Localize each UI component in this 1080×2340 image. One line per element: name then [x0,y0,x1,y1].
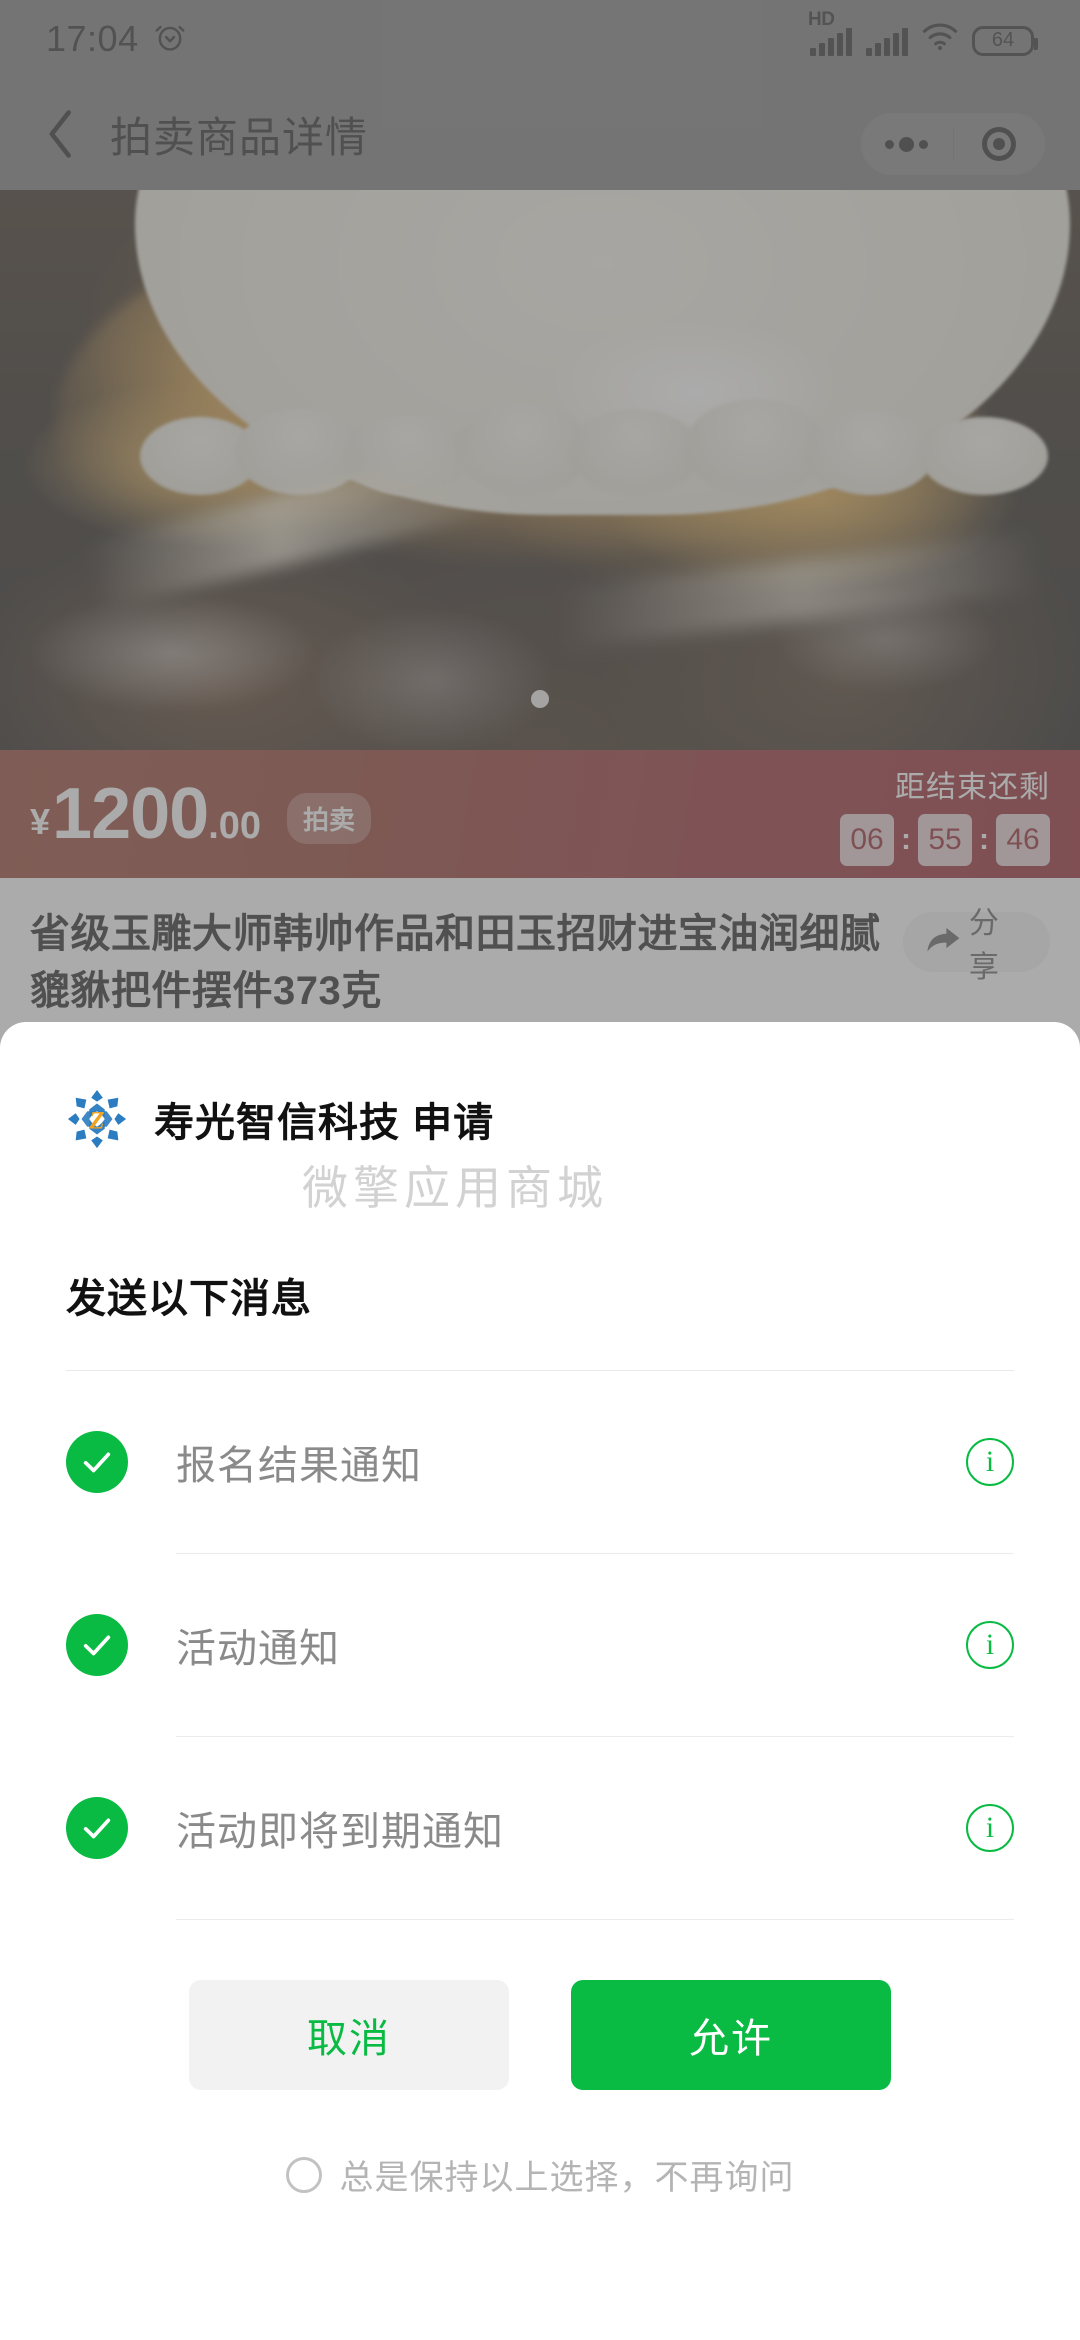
message-label: 报名结果通知 [176,1444,422,1488]
shouguang-zhixin-logo: Z [66,1088,128,1150]
price-display: ¥ 1200 .00 拍卖 [30,774,372,854]
wifi-icon [922,23,958,56]
status-time: 17:04 [46,18,139,59]
target-circle-icon [982,127,1017,161]
checkmark-icon[interactable] [66,1614,128,1676]
svg-text:Z: Z [88,1108,104,1135]
message-permission-row[interactable]: 活动通知 i [66,1554,1014,1736]
price-integer: 1200 [52,774,209,854]
currency-symbol: ¥ [30,801,51,842]
allow-button[interactable]: 允许 [571,1980,891,2090]
always-remember-option[interactable]: 总是保持以上选择，不再询问 [66,2150,1014,2199]
carousel-dot-indicator[interactable] [531,690,549,708]
radio-unchecked-icon[interactable] [285,2156,322,2193]
modal-action-buttons: 取消 允许 [66,1980,1014,2090]
checkmark-icon[interactable] [66,1431,128,1493]
auction-badge: 拍卖 [287,792,372,844]
back-button[interactable] [34,107,88,161]
countdown-sep-2: : [979,823,989,856]
navigation-bar: 拍卖商品详情 [0,78,1080,190]
signal-bars-icon-2 [866,27,908,56]
close-miniprogram-button[interactable] [954,127,1046,161]
hd-signal-icon: HD [808,9,852,56]
share-button[interactable]: 分享 [902,907,1050,984]
authorization-modal: Z 寿光智信科技 申请 微擎应用商城 发送以下消息 报名结果通知 i 活动通知 … [0,1022,1080,2340]
product-photo [0,190,1080,750]
alarm-clock-icon [153,20,187,59]
message-permission-row[interactable]: 报名结果通知 i [66,1371,1014,1553]
countdown-minutes: 55 [918,814,972,866]
more-menu-button[interactable] [861,136,953,152]
countdown-sep-1: : [901,823,911,856]
store-watermark: 微擎应用商城 [302,1162,608,1214]
miniprogram-capsule [860,112,1046,176]
page-title: 拍卖商品详情 [110,113,369,161]
message-label: 活动通知 [176,1627,340,1671]
status-bar: 17:04 HD 64 [0,0,1080,78]
countdown-timer: 06 : 55 : 46 [840,814,1050,866]
status-bar-left: 17:04 [46,18,187,60]
status-bar-right: HD 64 [808,9,1038,56]
signal-bars-icon [810,27,852,56]
info-circle-icon[interactable]: i [966,1804,1014,1852]
countdown-block: 距结束还剩 06 : 55 : 46 [840,762,1050,866]
info-circle-icon[interactable]: i [966,1621,1014,1669]
hd-label: HD [808,8,835,30]
product-image-carousel[interactable] [0,190,1080,750]
share-arrow-icon [925,925,961,960]
always-remember-label: 总是保持以上选择，不再询问 [339,2159,795,2197]
price-decimal: .00 [208,805,262,847]
share-label: 分享 [968,907,999,984]
app-request-title: 寿光智信科技 申请 [154,1101,495,1145]
section-title: 发送以下消息 [66,1277,312,1321]
message-label: 活动即将到期通知 [176,1810,504,1854]
countdown-seconds: 46 [996,814,1050,866]
cancel-button[interactable]: 取消 [189,1980,509,2090]
countdown-label: 距结束还剩 [895,771,1050,804]
modal-header: Z 寿光智信科技 申请 [66,1022,1014,1150]
info-circle-icon[interactable]: i [966,1438,1014,1486]
message-permission-row[interactable]: 活动即将到期通知 i [66,1737,1014,1919]
more-dots-icon [885,136,929,152]
checkmark-icon[interactable] [66,1797,128,1859]
list-divider [176,1919,1014,1920]
countdown-hours: 06 [840,814,894,866]
price-countdown-bar: ¥ 1200 .00 拍卖 距结束还剩 06 : 55 : 46 [0,750,1080,878]
battery-indicator: 64 [972,25,1038,56]
